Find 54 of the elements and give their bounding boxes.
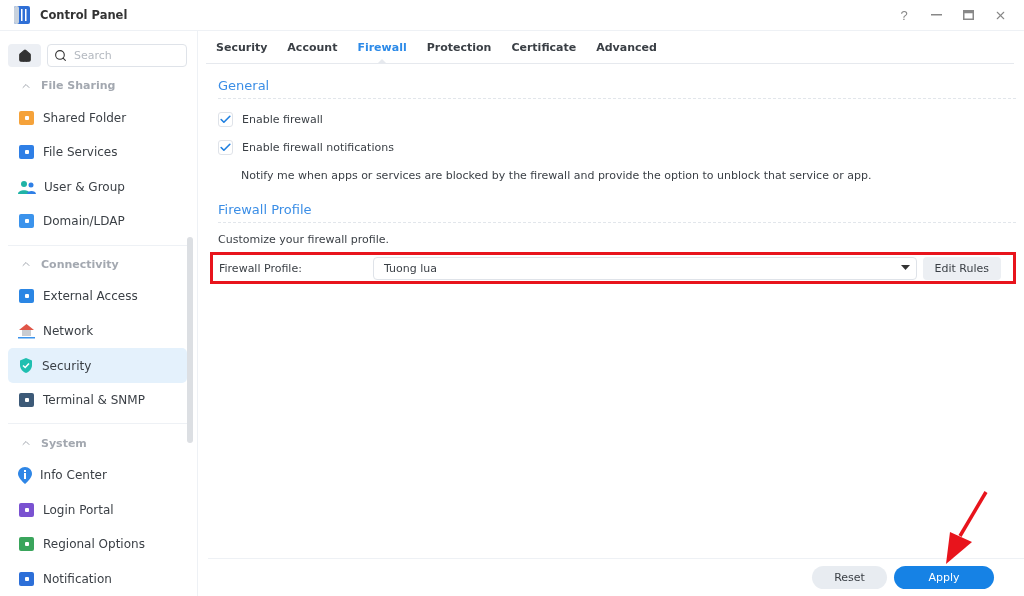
profile-dropdown[interactable]: Tuong lua — [373, 256, 917, 280]
house-icon — [18, 323, 35, 339]
home-icon — [17, 48, 32, 63]
app-icon — [18, 392, 35, 409]
section-title: Firewall Profile — [218, 188, 1016, 223]
users-icon — [18, 179, 36, 194]
tab[interactable]: Account — [277, 31, 348, 63]
maximize-icon — [962, 10, 974, 20]
checkbox[interactable] — [218, 139, 233, 155]
sidebar-item[interactable]: Network — [8, 313, 187, 349]
sidebar-item[interactable]: Terminal & SNMP — [8, 382, 187, 418]
sidebar-item[interactable]: Info Center — [8, 457, 187, 493]
app-icon — [18, 570, 35, 587]
sidebar-item[interactable]: Shared Folder — [8, 100, 187, 136]
app-icon — [18, 144, 35, 161]
app-icon — [18, 213, 35, 230]
sidebar-item[interactable]: Security — [8, 348, 187, 383]
sidebar-item[interactable]: External Access — [8, 279, 187, 314]
sidebar-item[interactable]: User & Group — [8, 169, 187, 205]
reset-button[interactable]: Reset — [812, 566, 887, 589]
window-title: Control Panel — [40, 8, 129, 22]
tab[interactable]: Protection — [416, 31, 502, 63]
search-icon — [54, 49, 67, 62]
checkbox[interactable] — [218, 111, 233, 127]
sidebar-item[interactable]: Login Portal — [8, 492, 187, 527]
app-logo-icon — [12, 5, 32, 25]
help-button[interactable]: ? — [892, 5, 916, 25]
home-button[interactable] — [8, 44, 41, 67]
section-title: General — [218, 64, 1016, 99]
search-field[interactable]: Search — [47, 44, 187, 67]
app-icon — [18, 501, 35, 518]
tab[interactable]: Certificate — [501, 31, 587, 63]
sidebar-item[interactable]: Domain/LDAP — [8, 204, 187, 239]
app-icon — [18, 536, 35, 553]
minimize-icon — [930, 14, 942, 16]
note-text: Notify me when apps or services are blocked by the firewall and provide the option to unblock that service or app. — [240, 168, 873, 184]
checkbox-label: Enable firewall — [242, 112, 323, 126]
edit-rules-button[interactable]: Edit Rules — [922, 256, 1001, 280]
field-label: Firewall Profile: — [219, 261, 303, 275]
caret-icon — [900, 265, 910, 271]
app-icon — [18, 109, 35, 126]
sidebar-item[interactable]: Notification — [8, 561, 187, 596]
tab[interactable]: Security — [216, 31, 278, 63]
scrollbar[interactable] — [187, 237, 193, 443]
app-icon — [18, 288, 35, 305]
tab[interactable]: Firewall — [347, 31, 417, 63]
description-text: Customize your firewall profile. — [218, 232, 391, 248]
sidebar-item[interactable]: File Services — [8, 135, 187, 170]
sidebar-item[interactable]: Regional Options — [8, 526, 187, 562]
apply-button[interactable]: Apply — [894, 566, 994, 589]
tab[interactable]: Advanced — [586, 31, 667, 63]
info-pin-icon — [18, 466, 32, 484]
checkbox-label: Enable firewall notifications — [242, 140, 394, 154]
shield-icon — [18, 357, 34, 374]
